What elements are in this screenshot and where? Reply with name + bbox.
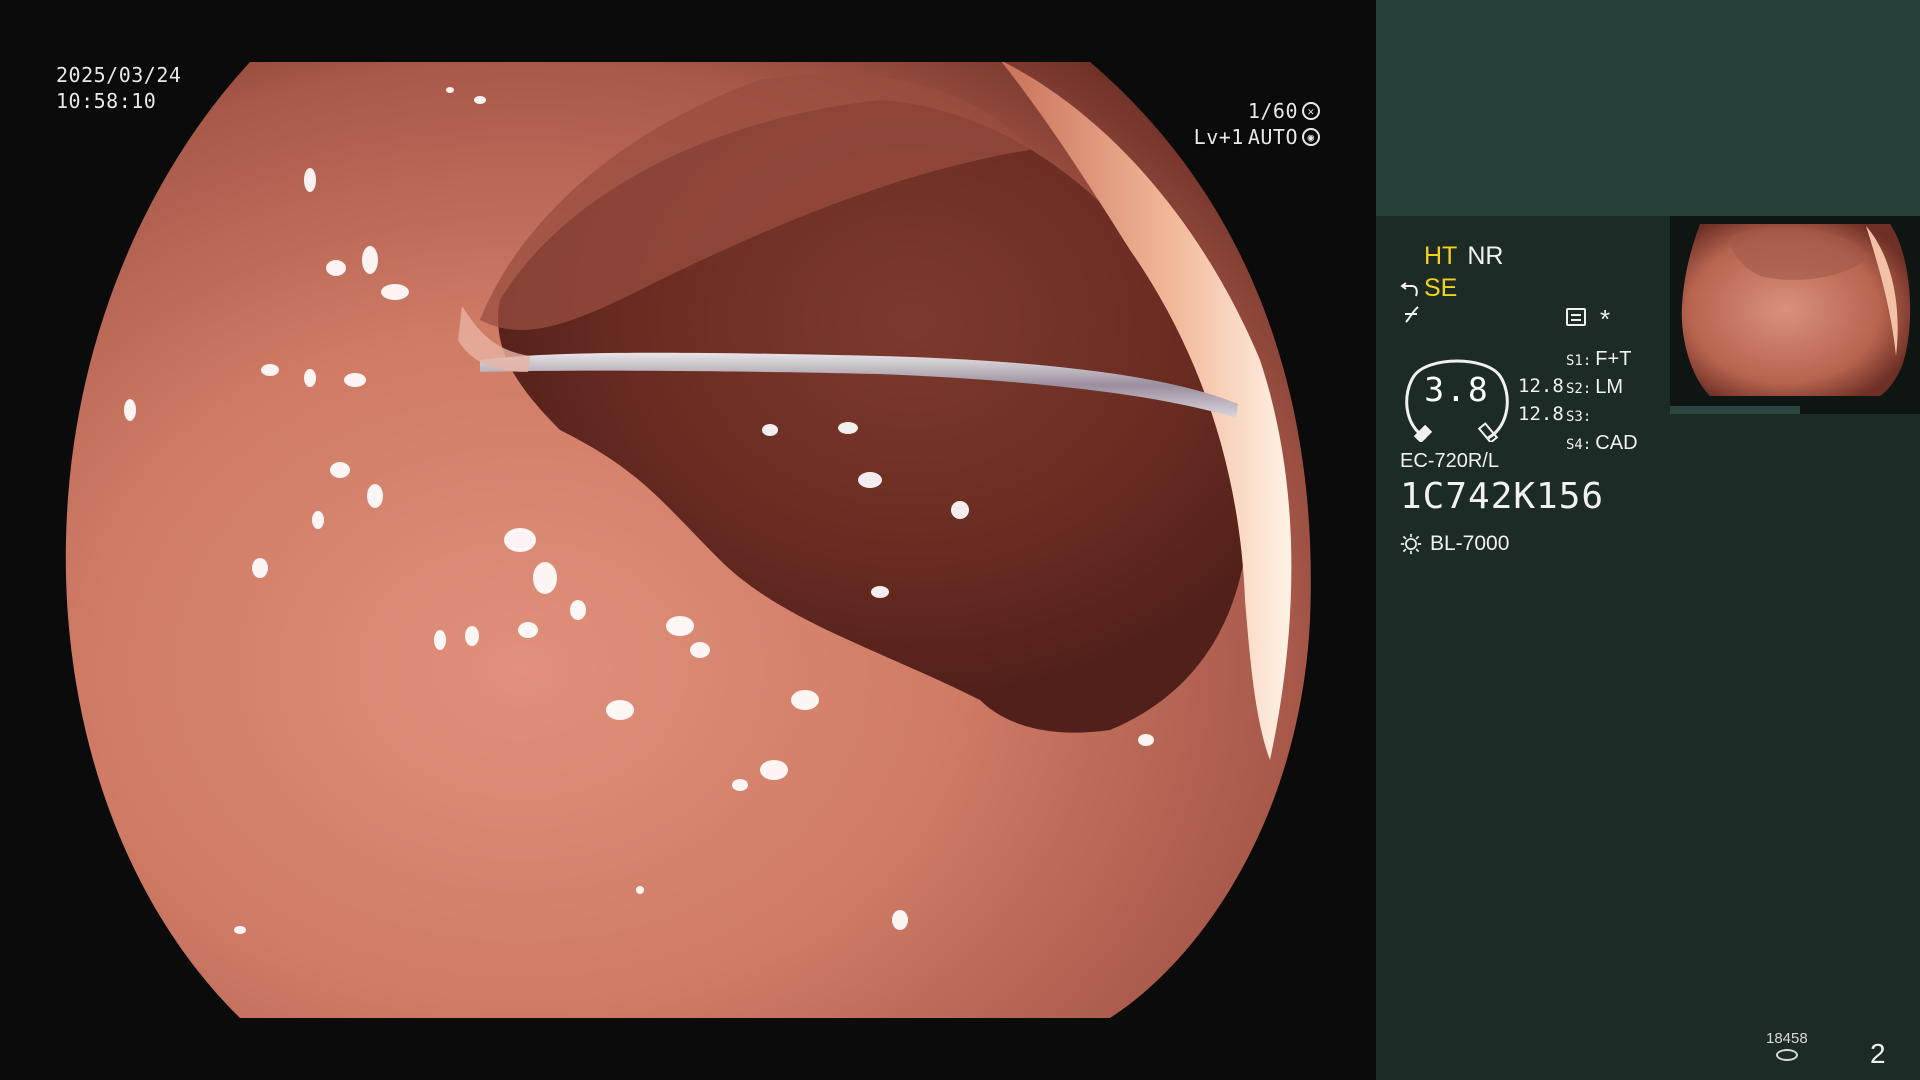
switch-key: S3: xyxy=(1566,409,1592,425)
nr-mode-label: NR xyxy=(1467,242,1504,270)
menu-icon xyxy=(1566,308,1586,326)
switch-key: S4: xyxy=(1566,437,1592,453)
switch-row: S1: F+T xyxy=(1566,346,1638,374)
switch-value: CAD xyxy=(1595,432,1638,454)
mode-row: HT NR xyxy=(1424,242,1503,271)
disk-icon xyxy=(1775,1049,1798,1061)
time-text: 10:58:10 xyxy=(56,89,157,113)
value-1: 12.8 xyxy=(1518,375,1564,397)
endoscope-image xyxy=(0,0,1374,1080)
scope-bend-icon xyxy=(1400,281,1418,296)
iris-icon: ◉ xyxy=(1302,128,1320,146)
shutter-icon: ✕ xyxy=(1302,102,1320,120)
date-text: 2025/03/24 xyxy=(56,63,182,87)
scope-serial: 1C742K156 xyxy=(1400,476,1605,517)
se-mode-label: SE xyxy=(1424,274,1458,302)
exposure-readout: 1/60 ✕ Lv+1 AUTO ◉ xyxy=(1194,98,1320,150)
switch-value: LM xyxy=(1595,376,1624,398)
endoscopy-monitor: 2025/03/24 10:58:10 1/60 ✕ Lv+1 AUTO ◉ H… xyxy=(0,0,1920,1080)
page-number: 2 xyxy=(1870,1038,1886,1069)
scope-model: EC-720R/L xyxy=(1400,450,1499,472)
light-source-row: BL-7000 xyxy=(1400,532,1509,556)
value-2: 12.8 xyxy=(1518,403,1564,425)
date-time-readout: 2025/03/24 10:58:10 xyxy=(56,62,181,114)
brightness-gauge: 3.8 xyxy=(1400,350,1514,444)
storage-counter: 18458 xyxy=(1766,1030,1808,1061)
switch-key: S1: xyxy=(1566,353,1592,369)
values-column: 12.8 12.8 xyxy=(1518,372,1564,428)
thumbnail-image xyxy=(1670,216,1920,414)
se-row: SE xyxy=(1400,274,1457,303)
switch-value: F+T xyxy=(1595,348,1632,370)
shutter-speed-text: 1/60 xyxy=(1247,99,1298,123)
endoscope-video-area: 2025/03/24 10:58:10 1/60 ✕ Lv+1 AUTO ◉ xyxy=(0,0,1374,1080)
switch-row: S4: CAD xyxy=(1566,430,1638,458)
sun-icon xyxy=(1400,533,1422,555)
freeze-icon xyxy=(1405,306,1419,323)
iris-text: AUTO xyxy=(1247,125,1298,149)
ht-mode-label: HT xyxy=(1424,242,1458,270)
gauge-value: 3.8 xyxy=(1424,370,1490,409)
panel-header-area xyxy=(1376,0,1920,216)
captured-thumbnail[interactable] xyxy=(1670,216,1920,414)
switch-key: S2: xyxy=(1566,381,1592,397)
asterisk-indicator: * xyxy=(1600,304,1611,334)
counter-value: 18458 xyxy=(1766,1030,1808,1047)
light-source-label: BL-7000 xyxy=(1430,532,1510,555)
switch-assignments: S1: F+T S2: LM S3: S4: CAD xyxy=(1566,346,1638,458)
info-panel: HT NR SE * 3.8 12.8 12.8 S1: F+T S2: LM … xyxy=(1376,0,1920,1080)
switch-row: S2: LM xyxy=(1566,374,1638,402)
freeze-row xyxy=(1402,304,1424,333)
switch-row: S3: xyxy=(1566,402,1638,430)
level-text: Lv+1 xyxy=(1193,125,1244,149)
